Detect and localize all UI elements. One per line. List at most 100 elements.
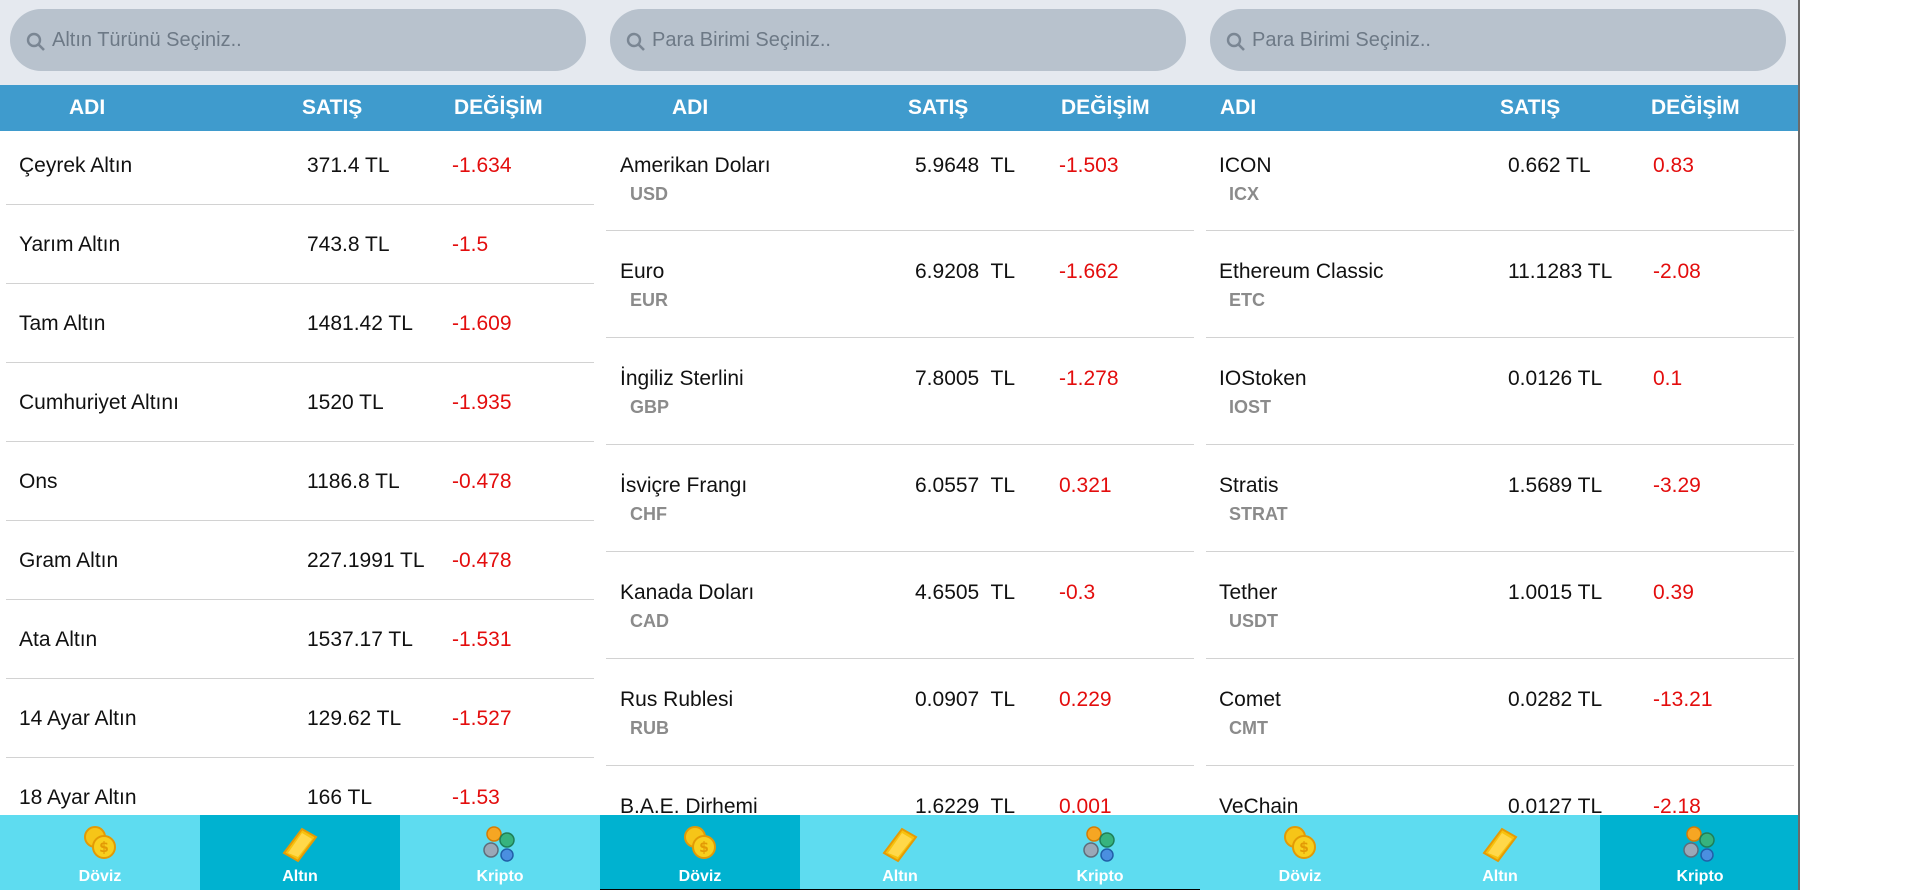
item-price: 6.0557 TL (915, 474, 1016, 497)
item-name: Cumhuriyet Altını (19, 391, 179, 414)
list-item[interactable]: Amerikan Doları USD 5.9648 TL -1.503 (606, 131, 1194, 231)
crypto-list: ICON ICX 0.662 TL 0.83 Ethereum Classic … (1200, 131, 1800, 815)
search-input[interactable]: Para Birimi Seçiniz.. (1210, 9, 1786, 71)
item-change: -13.21 (1653, 688, 1713, 711)
nav-label: Döviz (678, 868, 722, 885)
item-name: VeChain (1219, 795, 1299, 815)
nav-label: Altın (1482, 868, 1518, 885)
nav-tab-doviz[interactable]: $ Döviz (0, 815, 200, 890)
nav-label: Altın (882, 868, 918, 885)
table-header: ADI SATIŞ DEĞİŞİM (1200, 85, 1800, 131)
item-price: 0.0282 TL (1508, 688, 1603, 711)
nav-tab-altin[interactable]: Altın (800, 815, 1000, 890)
table-header: ADI SATIŞ DEĞİŞİM (600, 85, 1200, 131)
list-item[interactable]: Cumhuriyet Altını 1520 TL -1.935 (6, 363, 594, 442)
list-item[interactable]: Rus Rublesi RUB 0.0907 TL 0.229 (606, 659, 1194, 766)
item-price: 371.4 TL (307, 154, 390, 177)
panel-right-border (1798, 0, 1800, 890)
list-item[interactable]: İsviçre Frangı CHF 6.0557 TL 0.321 (606, 445, 1194, 552)
column-name-header: ADI (69, 96, 106, 119)
item-code: CAD (630, 611, 669, 631)
item-change: -0.478 (452, 549, 512, 572)
item-name: İsviçre Frangı (620, 474, 748, 497)
nav-tab-doviz[interactable]: $ Döviz (1200, 815, 1400, 890)
column-name-header: ADI (1220, 96, 1257, 119)
item-name: Ata Altın (19, 628, 98, 651)
nav-tab-altin[interactable]: Altın (200, 815, 400, 890)
item-price: 166 TL (307, 786, 372, 809)
list-item[interactable]: Ata Altın 1537.17 TL -1.531 (6, 600, 594, 679)
item-price: 11.1283 TL (1508, 260, 1613, 283)
item-change: -0.3 (1059, 581, 1096, 604)
search-icon (626, 32, 645, 51)
nav-tab-kripto[interactable]: Kripto (1000, 815, 1200, 890)
item-name: Euro (620, 260, 665, 283)
list-item[interactable]: Stratis STRAT 1.5689 TL -3.29 (1206, 445, 1794, 552)
table-header: ADI SATIŞ DEĞİŞİM (0, 85, 600, 131)
item-name: 18 Ayar Altın (19, 786, 137, 809)
item-change: -1.5 (452, 233, 489, 256)
list-item[interactable]: Ethereum Classic ETC 11.1283 TL -2.08 (1206, 231, 1794, 338)
item-code: RUB (630, 718, 669, 738)
list-item[interactable]: Comet CMT 0.0282 TL -13.21 (1206, 659, 1794, 766)
item-price: 743.8 TL (307, 233, 390, 256)
item-name: Ethereum Classic (1219, 260, 1384, 283)
column-change-header: DEĞİŞİM (454, 96, 543, 119)
item-name: ICON (1219, 154, 1272, 177)
nav-tab-altin[interactable]: Altın (1400, 815, 1600, 890)
search-input[interactable]: Altın Türünü Seçiniz.. (10, 9, 586, 71)
item-change: 0.001 (1059, 795, 1112, 815)
coins-icon: $ (84, 826, 116, 859)
list-item[interactable]: ICON ICX 0.662 TL 0.83 (1206, 131, 1794, 231)
item-price: 1537.17 TL (307, 628, 413, 651)
search-input[interactable]: Para Birimi Seçiniz.. (610, 9, 1186, 71)
nav-tab-kripto[interactable]: Kripto (1600, 815, 1800, 890)
item-code: GBP (630, 397, 670, 417)
nav-label: Döviz (78, 868, 122, 885)
list-item[interactable]: 18 Ayar Altın 166 TL -1.53 (6, 758, 594, 815)
gold-bar-icon (282, 827, 318, 863)
list-item[interactable]: B.A.E. Dirhemi 1.6229 TL 0.001 (606, 766, 1194, 815)
item-change: -1.503 (1059, 154, 1119, 177)
list-item[interactable]: Tam Altın 1481.42 TL -1.609 (6, 284, 594, 363)
list-item[interactable]: Ons 1186.8 TL -0.478 (6, 442, 594, 521)
item-price: 1.0015 TL (1508, 581, 1603, 604)
gold-list: Çeyrek Altın 371.4 TL -1.634 Yarım Altın… (0, 131, 600, 815)
crypto-panel: Para Birimi Seçiniz.. ADI SATIŞ DEĞİŞİM … (1200, 0, 1800, 890)
list-item[interactable]: Çeyrek Altın 371.4 TL -1.634 (6, 131, 594, 205)
nav-tab-kripto[interactable]: Kripto (400, 815, 600, 890)
item-name: Yarım Altın (19, 233, 121, 256)
column-price-header: SATIŞ (1500, 96, 1561, 119)
nav-tab-doviz[interactable]: $ Döviz (600, 815, 800, 890)
currency-panel: Para Birimi Seçiniz.. ADI SATIŞ DEĞİŞİM … (600, 0, 1200, 890)
item-change: 0.1 (1653, 367, 1683, 390)
list-item[interactable]: Yarım Altın 743.8 TL -1.5 (6, 205, 594, 284)
nav-label: Kripto (1076, 868, 1124, 885)
item-name: B.A.E. Dirhemi (620, 795, 758, 815)
list-item[interactable]: VeChain 0.0127 TL -2.18 (1206, 766, 1794, 815)
column-price-header: SATIŞ (908, 96, 969, 119)
item-name: Tether (1219, 581, 1278, 604)
nav-label: Altın (282, 868, 318, 885)
search-bar: Para Birimi Seçiniz.. (600, 0, 1200, 85)
item-price: 6.9208 TL (915, 260, 1016, 283)
list-item[interactable]: Kanada Doları CAD 4.6505 TL -0.3 (606, 552, 1194, 659)
item-change: -2.18 (1653, 795, 1701, 815)
list-item[interactable]: IOStoken IOST 0.0126 TL 0.1 (1206, 338, 1794, 445)
item-price: 227.1991 TL (307, 549, 425, 572)
item-code: ICX (1229, 184, 1260, 204)
item-price: 129.62 TL (307, 707, 402, 730)
item-name: Gram Altın (19, 549, 119, 572)
bottom-nav: $ Döviz Altın Kripto (600, 815, 1200, 890)
list-item[interactable]: Gram Altın 227.1991 TL -0.478 (6, 521, 594, 600)
nav-label: Kripto (476, 868, 524, 885)
list-item[interactable]: 14 Ayar Altın 129.62 TL -1.527 (6, 679, 594, 758)
nav-label: Kripto (1676, 868, 1724, 885)
item-name: Rus Rublesi (620, 688, 734, 711)
item-price: 1520 TL (307, 391, 384, 414)
item-change: -2.08 (1653, 260, 1701, 283)
list-item[interactable]: Euro EUR 6.9208 TL -1.662 (606, 231, 1194, 338)
item-price: 0.662 TL (1508, 154, 1591, 177)
list-item[interactable]: İngiliz Sterlini GBP 7.8005 TL -1.278 (606, 338, 1194, 445)
list-item[interactable]: Tether USDT 1.0015 TL 0.39 (1206, 552, 1794, 659)
